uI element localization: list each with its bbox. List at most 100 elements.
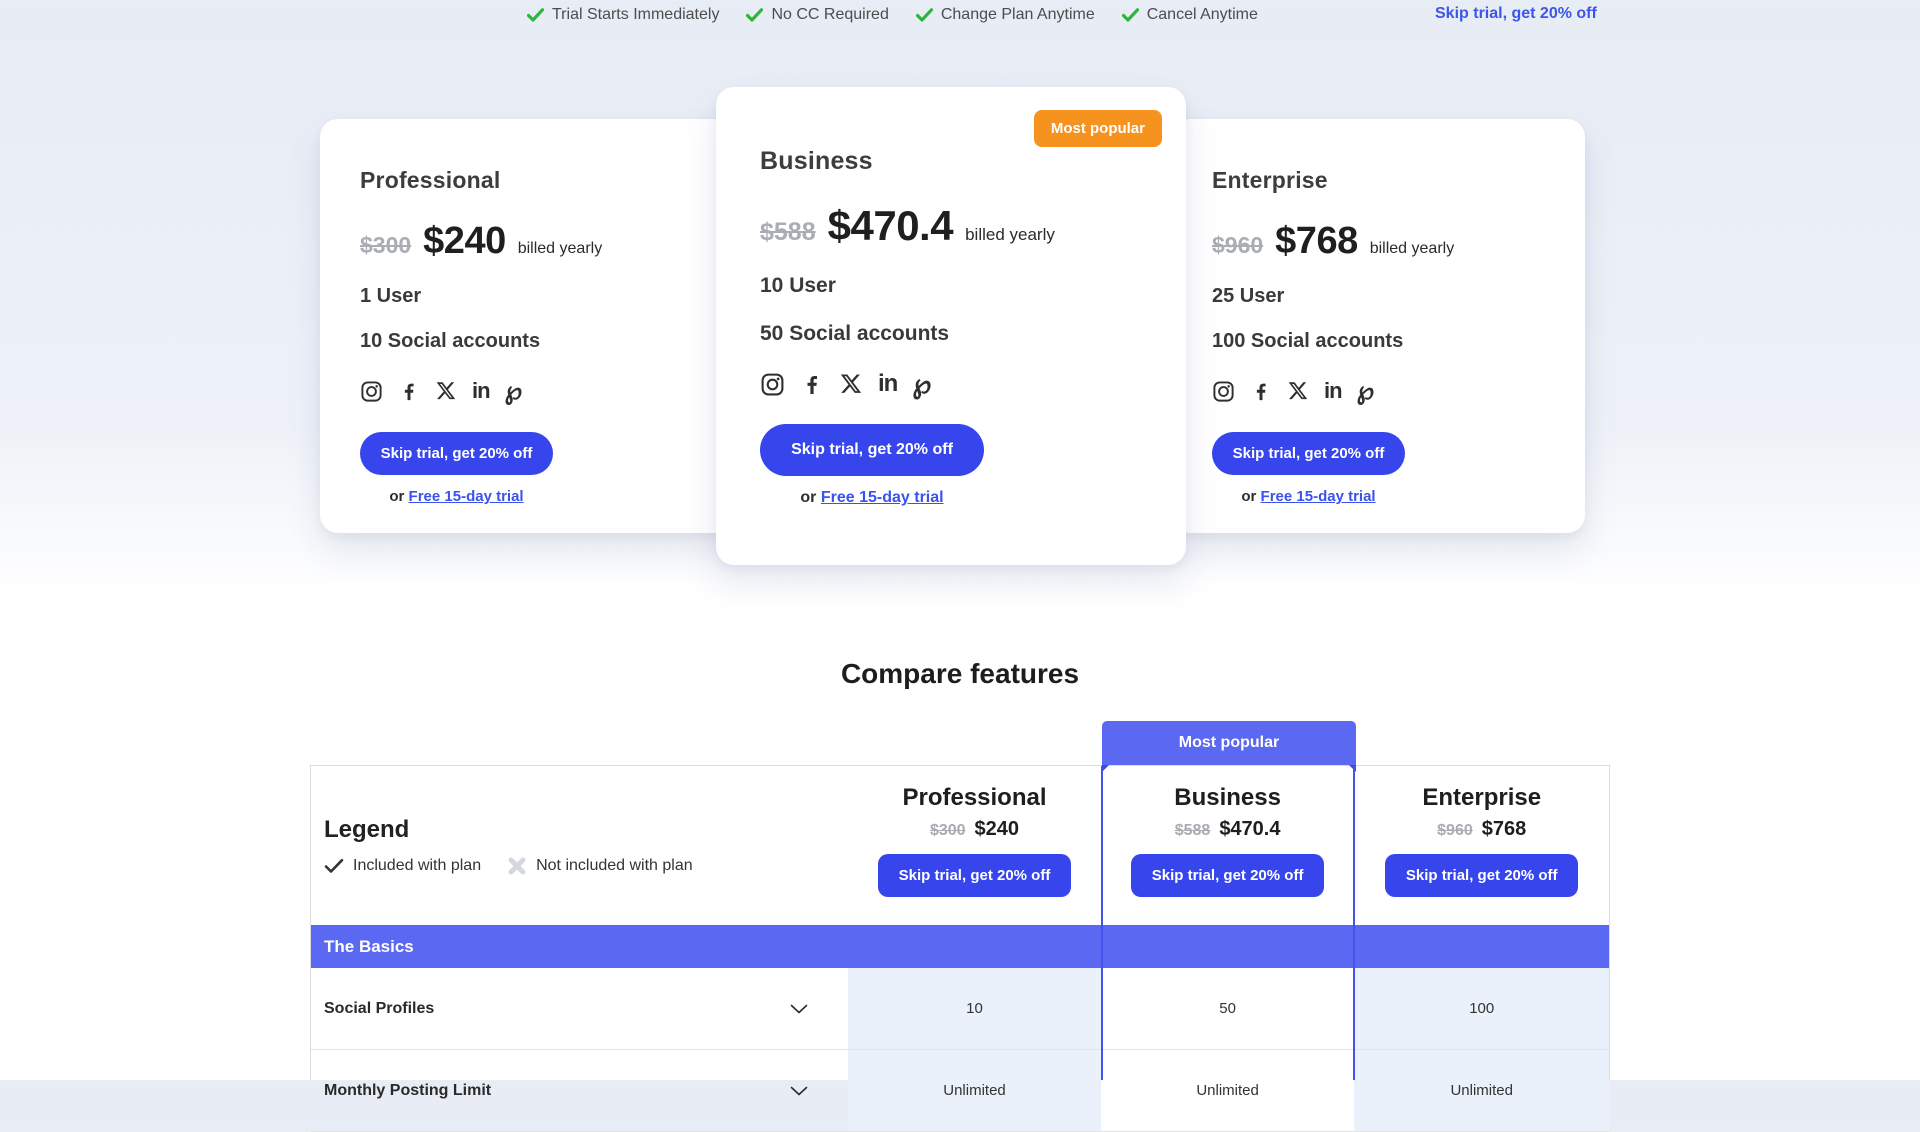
free-trial-link[interactable]: Free 15-day trial xyxy=(409,488,524,505)
benefit-label: Cancel Anytime xyxy=(1147,6,1258,24)
feature-cell: Social Profiles xyxy=(311,968,848,1049)
skip-trial-button[interactable]: Skip trial, get 20% off xyxy=(360,432,553,475)
price: $470.4 xyxy=(828,202,953,250)
instagram-icon xyxy=(1212,380,1235,403)
legend: Legend Included with plan Not included w… xyxy=(311,766,848,925)
column-plan-name: Business xyxy=(1174,783,1281,813)
most-popular-tab: Most popular xyxy=(1102,721,1356,765)
column-plan-name: Professional xyxy=(902,783,1046,813)
free-trial-link[interactable]: Free 15-day trial xyxy=(821,489,944,506)
feature-cell: Monthly Posting Limit xyxy=(311,1050,848,1131)
trial-line: or Free 15-day trial xyxy=(360,488,553,505)
legend-included: Included with plan xyxy=(324,857,481,875)
plan-users: 1 User xyxy=(360,285,708,308)
feature-value-business: Unlimited xyxy=(1101,1050,1355,1131)
feature-value-enterprise: Unlimited xyxy=(1354,1050,1609,1131)
benefit-item: Cancel Anytime xyxy=(1122,6,1258,24)
plan-card-business: Most popular Business $588 $470.4 billed… xyxy=(716,87,1186,565)
topbar-benefits: Trial Starts Immediately No CC Required … xyxy=(527,6,1258,24)
column-old-price: $588 xyxy=(1175,822,1211,840)
benefit-item: No CC Required xyxy=(746,6,888,24)
plan-card-enterprise: Enterprise $960 $768 billed yearly 25 Us… xyxy=(1172,119,1585,533)
social-icons: in ℘ xyxy=(760,370,1142,398)
plan-users: 10 User xyxy=(760,274,1142,298)
compare-table: Legend Included with plan Not included w… xyxy=(310,765,1610,1080)
column-old-price: $300 xyxy=(930,822,966,840)
benefit-item: Change Plan Anytime xyxy=(916,6,1095,24)
benefit-label: No CC Required xyxy=(771,6,888,24)
linkedin-icon: in xyxy=(472,380,490,402)
check-icon xyxy=(1122,8,1139,22)
facebook-icon xyxy=(1250,380,1272,402)
plan-accounts: 10 Social accounts xyxy=(360,330,708,353)
check-icon xyxy=(916,8,933,22)
pinterest-icon: ℘ xyxy=(912,371,931,398)
plan-name: Enterprise xyxy=(1212,167,1545,194)
social-icons: in ℘ xyxy=(360,377,708,405)
plan-accounts: 100 Social accounts xyxy=(1212,330,1545,353)
trial-line: or Free 15-day trial xyxy=(760,489,984,507)
x-icon xyxy=(435,380,457,402)
chevron-down-icon[interactable] xyxy=(790,1086,808,1096)
skip-trial-button[interactable]: Skip trial, get 20% off xyxy=(1131,854,1324,897)
column-price: $470.4 xyxy=(1219,818,1280,841)
benefit-label: Change Plan Anytime xyxy=(941,6,1095,24)
legend-not-included: Not included with plan xyxy=(507,856,693,876)
check-icon xyxy=(527,8,544,22)
free-trial-link[interactable]: Free 15-day trial xyxy=(1261,488,1376,505)
price-row: $300 $240 billed yearly xyxy=(360,220,708,263)
skip-trial-header-link[interactable]: Skip trial, get 20% off xyxy=(1435,5,1597,23)
trial-line: or Free 15-day trial xyxy=(1212,488,1405,505)
social-icons: in ℘ xyxy=(1212,377,1545,405)
column-price: $240 xyxy=(975,818,1020,841)
pinterest-icon: ℘ xyxy=(1357,379,1374,404)
skip-trial-button[interactable]: Skip trial, get 20% off xyxy=(760,424,984,476)
instagram-icon xyxy=(760,372,785,397)
feature-value-professional: 10 xyxy=(848,968,1101,1049)
price: $240 xyxy=(423,220,506,263)
or-label: or xyxy=(800,489,816,506)
feature-value-business: 50 xyxy=(1101,968,1355,1049)
check-icon xyxy=(746,8,763,22)
plan-users: 25 User xyxy=(1212,285,1545,308)
table-row: Monthly Posting Limit Unlimited Unlimite… xyxy=(311,1050,1609,1132)
check-icon xyxy=(324,858,344,874)
plan-name: Business xyxy=(760,147,1142,176)
price-row: $960 $768 billed yearly xyxy=(1212,220,1545,263)
skip-trial-button[interactable]: Skip trial, get 20% off xyxy=(878,854,1071,897)
x-icon xyxy=(839,372,863,396)
section-header-the-basics: The Basics xyxy=(311,925,1609,968)
or-label: or xyxy=(389,488,404,505)
skip-trial-button[interactable]: Skip trial, get 20% off xyxy=(1212,432,1405,475)
benefit-item: Trial Starts Immediately xyxy=(527,6,719,24)
most-popular-badge: Most popular xyxy=(1034,110,1162,147)
billing-period: billed yearly xyxy=(965,225,1055,245)
column-price: $768 xyxy=(1482,818,1527,841)
table-column-business: Business $588 $470.4 Skip trial, get 20%… xyxy=(1101,766,1355,925)
x-icon xyxy=(1287,380,1309,402)
table-column-professional: Professional $300 $240 Skip trial, get 2… xyxy=(848,766,1101,925)
compare-features-title: Compare features xyxy=(0,658,1920,690)
plan-card-professional: Professional $300 $240 billed yearly 1 U… xyxy=(320,119,748,533)
facebook-icon xyxy=(398,380,420,402)
feature-value-professional: Unlimited xyxy=(848,1050,1101,1131)
facebook-icon xyxy=(800,372,824,396)
pinterest-icon: ℘ xyxy=(505,379,522,404)
pricing-page: Trial Starts Immediately No CC Required … xyxy=(0,0,1920,1080)
plan-accounts: 50 Social accounts xyxy=(760,322,1142,346)
linkedin-icon: in xyxy=(878,372,897,396)
old-price: $300 xyxy=(360,232,411,259)
or-label: or xyxy=(1241,488,1256,505)
skip-trial-button[interactable]: Skip trial, get 20% off xyxy=(1385,854,1578,897)
legend-not-included-label: Not included with plan xyxy=(536,857,693,875)
old-price: $960 xyxy=(1212,232,1263,259)
compare-table-header: Legend Included with plan Not included w… xyxy=(311,766,1609,925)
billing-period: billed yearly xyxy=(518,240,602,258)
price: $768 xyxy=(1275,220,1358,263)
chevron-down-icon[interactable] xyxy=(790,1004,808,1014)
table-row: Social Profiles 10 50 100 xyxy=(311,968,1609,1050)
price-row: $588 $470.4 billed yearly xyxy=(760,202,1142,250)
instagram-icon xyxy=(360,380,383,403)
benefit-label: Trial Starts Immediately xyxy=(552,6,719,24)
billing-period: billed yearly xyxy=(1370,240,1454,258)
